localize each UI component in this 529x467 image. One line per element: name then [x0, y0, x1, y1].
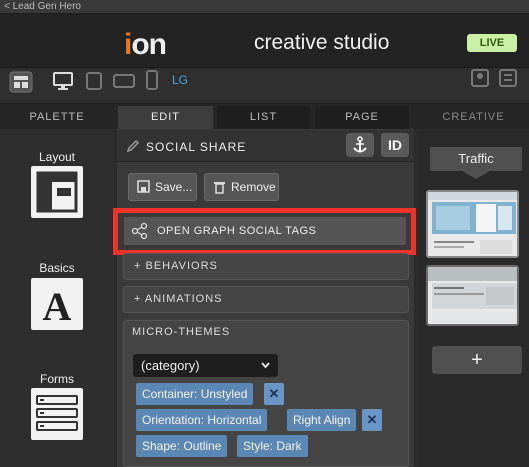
palette-item-label: Forms [40, 372, 74, 386]
tab-edit[interactable]: EDIT [118, 106, 213, 129]
phone-icon[interactable] [145, 70, 159, 90]
theme-chip-right-align[interactable]: Right Align [287, 409, 357, 431]
traffic-button[interactable]: Traffic [430, 147, 522, 171]
save-button[interactable]: Save... [128, 173, 197, 201]
highlight-frame [113, 208, 416, 255]
category-value: (category) [141, 358, 200, 373]
letter-a-icon[interactable]: A [31, 278, 83, 330]
device-toolbar [0, 68, 529, 104]
tablet-landscape-icon[interactable] [113, 73, 135, 89]
save-icon [137, 180, 150, 193]
theme-chip-container[interactable]: Container: Unstyled [136, 383, 254, 405]
page-settings-icon[interactable] [498, 68, 518, 88]
ion-logo: ion [124, 28, 167, 62]
palette-item-label: Layout [38, 150, 76, 164]
traffic-arrow [462, 171, 490, 179]
add-page-button[interactable]: + [432, 346, 522, 374]
tab-palette[interactable]: PALETTE [0, 106, 114, 129]
behaviors-section[interactable]: + BEHAVIORS [123, 253, 409, 280]
anchor-icon [353, 136, 367, 153]
layout-icon[interactable] [9, 71, 33, 93]
tab-page[interactable]: PAGE [315, 106, 409, 129]
palette-item-label: Basics [39, 261, 75, 275]
element-title: SOCIAL SHARE [146, 140, 247, 154]
preview-icon[interactable] [470, 68, 490, 88]
logo-letters: on [131, 28, 167, 61]
pencil-icon [126, 139, 140, 153]
breadcrumb-link[interactable]: < Lead Gen Hero [4, 1, 81, 12]
anchor-button[interactable] [346, 133, 374, 157]
category-select[interactable]: (category) [133, 354, 278, 377]
form-list-icon[interactable] [31, 388, 83, 440]
micro-themes-title: MICRO-THEMES [132, 326, 231, 338]
breakpoint-label[interactable]: LG [172, 73, 188, 87]
remove-chip-icon[interactable]: ✕ [362, 409, 382, 431]
theme-chip-style[interactable]: Style: Dark [237, 435, 308, 457]
theme-chip-orientation[interactable]: Orientation: Horizontal [136, 409, 268, 431]
remove-button[interactable]: Remove [204, 173, 279, 201]
desktop-icon[interactable] [52, 71, 74, 91]
app-title: creative studio [254, 31, 390, 54]
svg-text:A: A [43, 284, 72, 329]
animations-section[interactable]: + ANIMATIONS [123, 286, 409, 313]
live-badge[interactable]: LIVE [467, 34, 517, 52]
layout-grid-icon[interactable] [31, 166, 83, 218]
chevron-down-icon [261, 362, 270, 369]
tab-creative[interactable]: CREATIVE [418, 106, 529, 129]
tablet-icon[interactable] [85, 72, 103, 90]
remove-chip-icon[interactable]: ✕ [264, 383, 284, 405]
trash-icon [214, 182, 225, 194]
tab-list[interactable]: LIST [217, 106, 310, 129]
remove-label: Remove [231, 180, 276, 194]
breadcrumb[interactable]: < Lead Gen Hero [0, 0, 529, 14]
id-button[interactable]: ID [381, 133, 409, 157]
save-label: Save... [155, 180, 193, 194]
page-thumbnail[interactable] [426, 190, 519, 258]
page-thumbnail[interactable] [426, 265, 519, 326]
theme-chip-shape[interactable]: Shape: Outline [136, 435, 228, 457]
